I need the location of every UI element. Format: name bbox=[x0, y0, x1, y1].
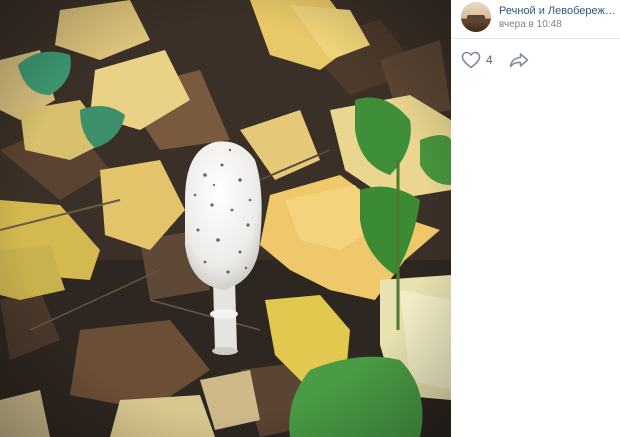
post-sidebar: Речной и Левобережный вчера в 10:48 4 bbox=[451, 0, 620, 437]
heart-icon bbox=[461, 51, 481, 69]
share-button[interactable] bbox=[509, 52, 529, 68]
header-divider bbox=[451, 38, 620, 39]
post-photo[interactable] bbox=[0, 0, 451, 437]
post-meta: Речной и Левобережный вчера в 10:48 bbox=[499, 4, 616, 31]
post-author: Речной и Левобережный вчера в 10:48 bbox=[461, 0, 616, 34]
share-arrow-icon bbox=[509, 52, 529, 68]
like-button[interactable]: 4 bbox=[461, 51, 493, 69]
post-actions: 4 bbox=[461, 49, 529, 71]
like-count: 4 bbox=[486, 53, 493, 67]
post-time-link[interactable]: вчера в 10:48 bbox=[499, 18, 616, 31]
author-name-link[interactable]: Речной и Левобережный bbox=[499, 4, 616, 18]
mushroom-photo-image bbox=[0, 0, 451, 437]
author-avatar[interactable] bbox=[461, 2, 491, 32]
